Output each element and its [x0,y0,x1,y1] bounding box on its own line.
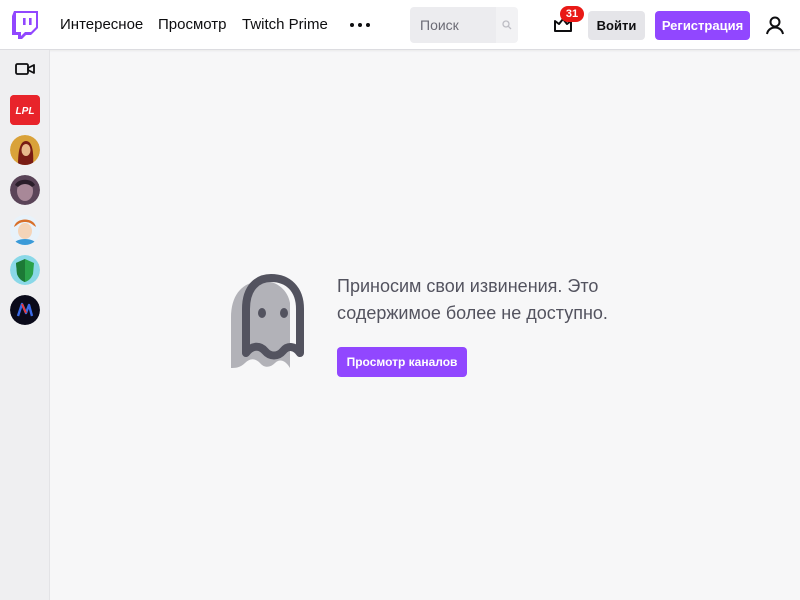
search-box [410,7,518,43]
sidebar: LPL [0,50,50,600]
unavailable-message: Приносим свои извинения. Это содержимое … [337,276,608,323]
search-button[interactable] [496,7,518,43]
nav-link-discover[interactable]: Интересное [60,16,143,33]
notification-badge: 31 [560,6,584,22]
user-icon[interactable] [764,14,786,36]
browse-channels-button[interactable]: Просмотр каналов [337,347,467,377]
avatar-anime-blue [10,215,40,245]
avatar-green-shield [10,255,40,285]
nav-link-browse[interactable]: Просмотр [158,16,227,33]
avatar-woman-red [10,135,40,165]
sidebar-channel-avatar[interactable] [10,175,40,205]
lpl-logo-text: LPL [16,106,35,117]
avatar-dark-logo [10,295,40,325]
avatar-dark-portrait [10,175,40,205]
search-icon [502,20,512,30]
sidebar-channel-lpl[interactable]: LPL [10,95,40,125]
login-button[interactable]: Войти [588,11,645,40]
sidebar-channel-avatar[interactable] [10,295,40,325]
twitch-logo-icon[interactable] [12,11,38,39]
more-menu-icon[interactable] [350,15,370,35]
followed-channels-camera-icon[interactable] [15,61,35,77]
sidebar-channel-avatar[interactable] [10,135,40,165]
sidebar-channel-avatar[interactable] [10,255,40,285]
sidebar-channel-avatar[interactable] [10,215,40,245]
signup-button[interactable]: Регистрация [655,11,750,40]
top-nav: Интересное Просмотр Twitch Prime 31 Войт… [0,0,800,50]
ghost-icon [231,274,304,368]
nav-link-twitch-prime[interactable]: Twitch Prime [242,16,328,33]
lpl-logo: LPL [10,95,40,125]
search-input[interactable] [410,7,496,43]
